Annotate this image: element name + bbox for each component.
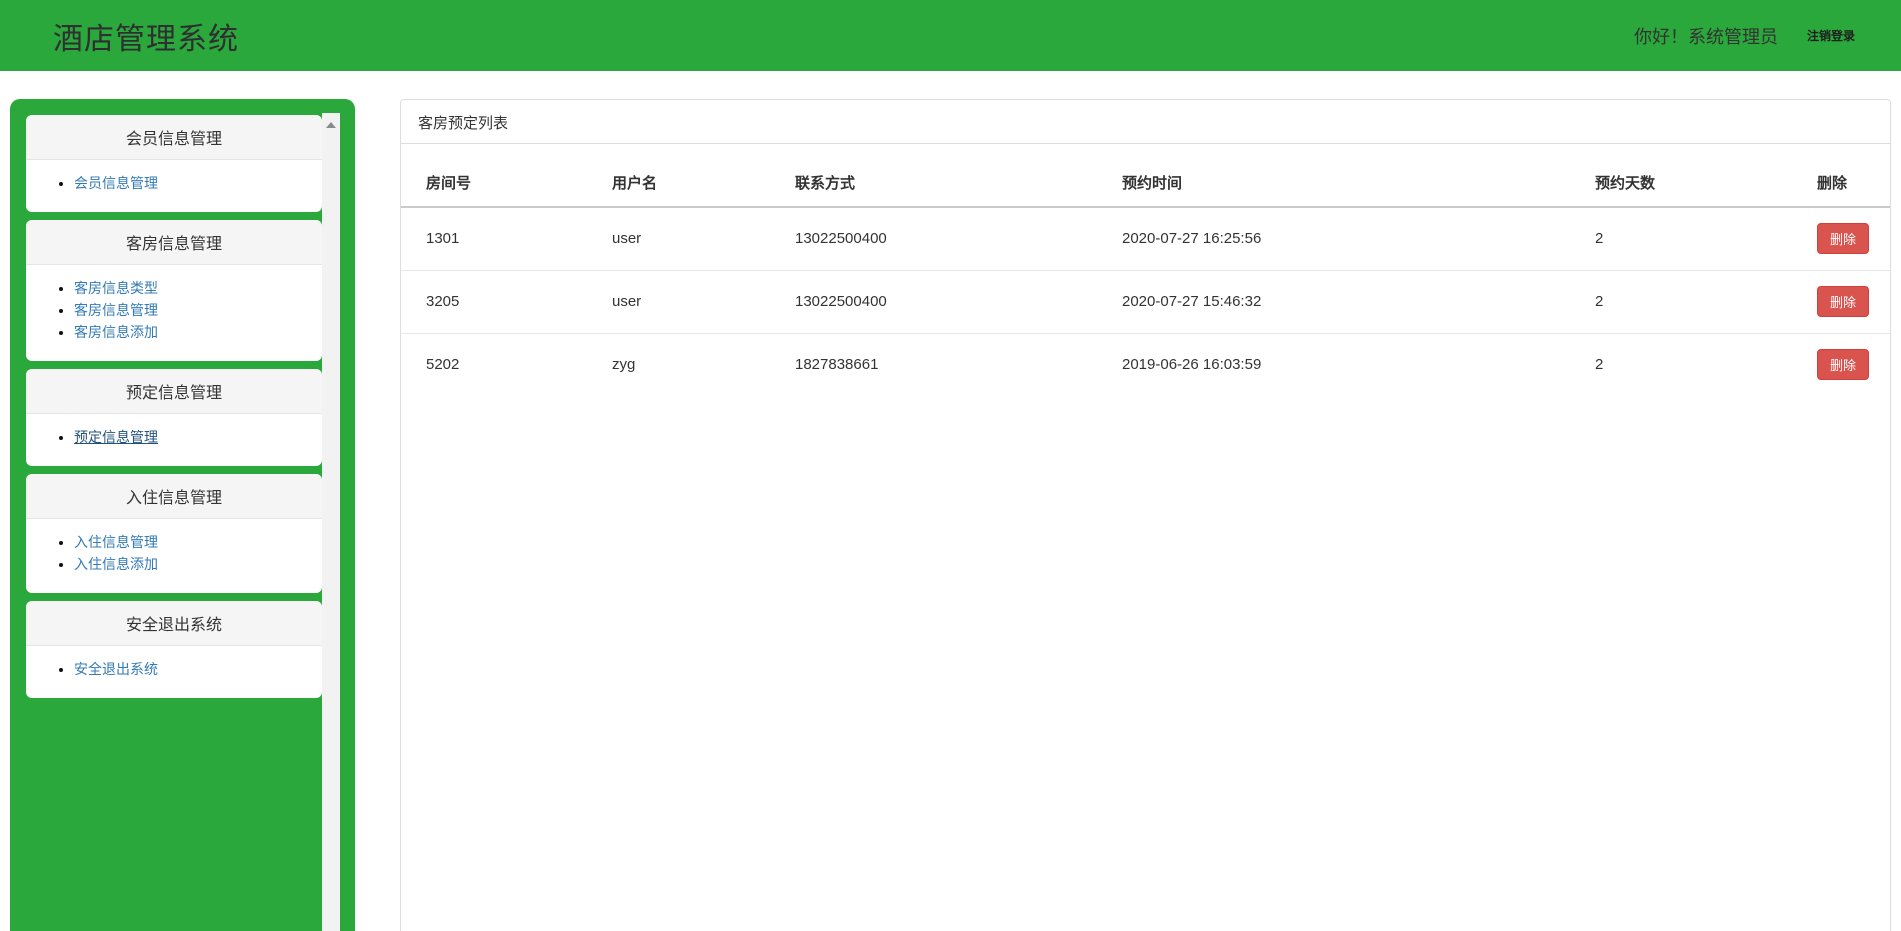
list-item: 客房信息管理	[74, 299, 322, 321]
reservation-panel: 客房预定列表 房间号用户名联系方式预约时间预约天数删除 1301user1302…	[400, 99, 1891, 931]
section-link-list: 会员信息管理	[26, 172, 322, 194]
sidebar: 会员信息管理会员信息管理客房信息管理客房信息类型客房信息管理客房信息添加预定信息…	[10, 99, 355, 931]
cell-room: 1301	[401, 207, 604, 271]
header-user-area: 你好！系统管理员 注销登录	[1634, 0, 1855, 71]
cell-time: 2020-07-27 16:25:56	[1114, 207, 1587, 271]
section-title: 客房信息管理	[26, 220, 322, 265]
column-header: 用户名	[604, 144, 787, 207]
section-title: 会员信息管理	[26, 115, 322, 160]
cell-actions: 删除	[1816, 207, 1890, 271]
app-header: 酒店管理系统 你好！系统管理员 注销登录	[0, 0, 1901, 71]
table-row: 3205user130225004002020-07-27 15:46:322删…	[401, 271, 1890, 334]
column-header: 预约时间	[1114, 144, 1587, 207]
cell-actions: 删除	[1816, 334, 1890, 397]
column-header: 房间号	[401, 144, 604, 207]
table-row: 5202zyg18278386612019-06-26 16:03:592删除	[401, 334, 1890, 397]
sidebar-item-link[interactable]: 安全退出系统	[74, 661, 158, 677]
sidebar-section: 客房信息管理客房信息类型客房信息管理客房信息添加	[26, 220, 322, 361]
section-body: 会员信息管理	[26, 160, 322, 212]
sidebar-item-link[interactable]: 客房信息类型	[74, 280, 158, 296]
cell-contact: 1827838661	[787, 334, 1114, 397]
cell-actions: 删除	[1816, 271, 1890, 334]
delete-button[interactable]: 删除	[1817, 286, 1869, 317]
section-body: 安全退出系统	[26, 646, 322, 698]
sidebar-item-link[interactable]: 入住信息管理	[74, 534, 158, 550]
section-link-list: 客房信息类型客房信息管理客房信息添加	[26, 277, 322, 343]
scroll-up-arrow-icon[interactable]	[326, 122, 336, 128]
section-link-list: 入住信息管理入住信息添加	[26, 531, 322, 575]
cell-username: zyg	[604, 334, 787, 397]
column-header: 联系方式	[787, 144, 1114, 207]
section-body: 入住信息管理入住信息添加	[26, 519, 322, 593]
section-link-list: 预定信息管理	[26, 426, 322, 448]
app-title: 酒店管理系统	[53, 14, 239, 58]
section-body: 客房信息类型客房信息管理客房信息添加	[26, 265, 322, 361]
sidebar-section: 会员信息管理会员信息管理	[26, 115, 322, 212]
sidebar-item-link[interactable]: 客房信息管理	[74, 302, 158, 318]
list-item: 客房信息添加	[74, 321, 322, 343]
list-item: 入住信息管理	[74, 531, 322, 553]
cell-time: 2020-07-27 15:46:32	[1114, 271, 1587, 334]
sidebar-item-link[interactable]: 会员信息管理	[74, 175, 158, 191]
sidebar-item-link[interactable]: 入住信息添加	[74, 556, 158, 572]
list-item: 安全退出系统	[74, 658, 322, 680]
cell-room: 3205	[401, 271, 604, 334]
cell-room: 5202	[401, 334, 604, 397]
section-title: 入住信息管理	[26, 474, 322, 519]
section-link-list: 安全退出系统	[26, 658, 322, 680]
sidebar-section: 入住信息管理入住信息管理入住信息添加	[26, 474, 322, 593]
user-greeting: 你好！系统管理员	[1634, 23, 1778, 49]
cell-time: 2019-06-26 16:03:59	[1114, 334, 1587, 397]
list-item: 预定信息管理	[74, 426, 322, 448]
column-header: 删除	[1816, 144, 1890, 207]
sidebar-menu: 会员信息管理会员信息管理客房信息管理客房信息类型客房信息管理客房信息添加预定信息…	[26, 115, 322, 706]
sidebar-scrollbar[interactable]	[322, 113, 340, 931]
cell-contact: 13022500400	[787, 207, 1114, 271]
cell-contact: 13022500400	[787, 271, 1114, 334]
cell-username: user	[604, 271, 787, 334]
section-title: 安全退出系统	[26, 601, 322, 646]
panel-title: 客房预定列表	[401, 100, 1890, 144]
sidebar-section: 安全退出系统安全退出系统	[26, 601, 322, 698]
cell-days: 2	[1587, 334, 1816, 397]
reservation-table: 房间号用户名联系方式预约时间预约天数删除 1301user13022500400…	[401, 144, 1890, 396]
logout-link[interactable]: 注销登录	[1807, 27, 1855, 44]
list-item: 会员信息管理	[74, 172, 322, 194]
sidebar-section: 预定信息管理预定信息管理	[26, 369, 322, 466]
table-header-row: 房间号用户名联系方式预约时间预约天数删除	[401, 144, 1890, 207]
column-header: 预约天数	[1587, 144, 1816, 207]
list-item: 客房信息类型	[74, 277, 322, 299]
cell-username: user	[604, 207, 787, 271]
table-row: 1301user130225004002020-07-27 16:25:562删…	[401, 207, 1890, 271]
delete-button[interactable]: 删除	[1817, 349, 1869, 380]
delete-button[interactable]: 删除	[1817, 223, 1869, 254]
sidebar-item-link[interactable]: 预定信息管理	[74, 429, 158, 445]
cell-days: 2	[1587, 271, 1816, 334]
section-body: 预定信息管理	[26, 414, 322, 466]
section-title: 预定信息管理	[26, 369, 322, 414]
list-item: 入住信息添加	[74, 553, 322, 575]
cell-days: 2	[1587, 207, 1816, 271]
sidebar-item-link[interactable]: 客房信息添加	[74, 324, 158, 340]
